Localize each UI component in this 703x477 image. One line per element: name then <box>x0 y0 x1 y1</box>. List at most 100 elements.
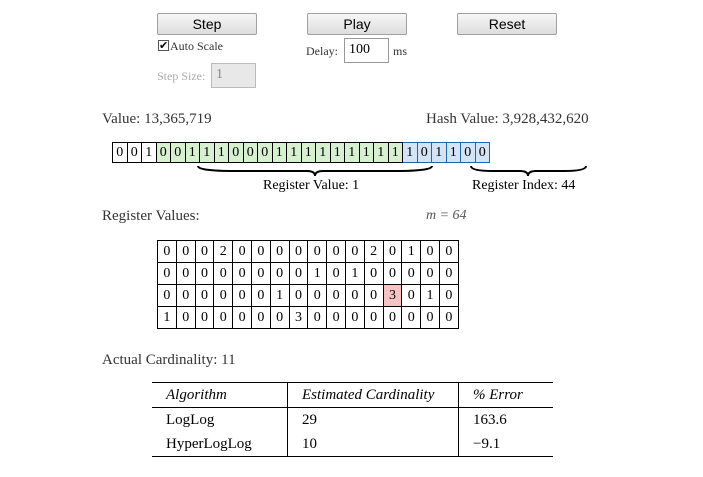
register-cell: 3 <box>288 306 309 329</box>
register-cell: 0 <box>232 306 252 329</box>
header-estimated-cardinality: Estimated Cardinality <box>287 382 459 408</box>
register-cell: 0 <box>363 262 384 285</box>
register-cell: 0 <box>250 240 271 263</box>
hash-bit: 0 <box>475 142 490 163</box>
table-row: HyperLogLog 10 −9.1 <box>152 432 553 457</box>
step-size-label: Step Size: <box>157 69 206 83</box>
hash-bit: 1 <box>403 142 418 163</box>
register-cell: 0 <box>382 240 403 263</box>
hash-bit: 0 <box>243 142 258 163</box>
percent-error: 163.6 <box>473 411 507 428</box>
register-cell: 0 <box>213 262 234 285</box>
hash-bit: 1 <box>142 142 157 163</box>
register-cell: 0 <box>175 306 196 329</box>
delay-label: Delay: <box>306 44 338 58</box>
algorithm-name: HyperLogLog <box>152 432 288 457</box>
register-cell: 0 <box>232 262 252 285</box>
register-row: 0000000010100000 <box>157 262 459 285</box>
register-cell: 0 <box>326 306 346 329</box>
hash-bit: 1 <box>214 142 229 163</box>
register-cell: 0 <box>175 262 196 285</box>
register-value-label: Register Value: 1 <box>263 178 360 193</box>
hash-bits: 00100111000111111111101100 <box>112 142 490 163</box>
register-cell: 0 <box>363 306 384 329</box>
register-cell: 0 <box>363 284 384 307</box>
register-cell: 0 <box>307 240 328 263</box>
register-grid: 0002000000020100000000001010000000000010… <box>157 240 459 329</box>
register-cell: 0 <box>250 262 271 285</box>
register-cell: 0 <box>438 262 459 285</box>
register-cell: 0 <box>382 306 403 329</box>
register-row: 1000000300000000 <box>157 306 459 329</box>
delay-unit: ms <box>393 44 408 58</box>
hash-bit: 1 <box>301 142 316 163</box>
algorithm-name: LogLog <box>152 407 288 432</box>
play-button[interactable]: Play <box>307 13 407 35</box>
hash-bit: 0 <box>417 142 432 163</box>
auto-scale-label: Auto Scale <box>170 39 223 53</box>
register-cell: 0 <box>213 306 234 329</box>
register-cell: 0 <box>401 262 422 285</box>
register-cell: 0 <box>194 262 215 285</box>
register-cell: 0 <box>232 240 252 263</box>
hash-bit: 0 <box>229 142 244 163</box>
register-cell: 0 <box>344 284 365 307</box>
hash-bit: 1 <box>185 142 200 163</box>
register-cell: 1 <box>269 284 290 307</box>
register-cell: 0 <box>420 240 440 263</box>
hash-value-text: Hash Value: 3,928,432,620 <box>426 111 589 127</box>
register-cell: 0 <box>250 306 271 329</box>
results-header-row: Algorithm Estimated Cardinality % Error <box>152 382 553 408</box>
register-cell: 1 <box>157 306 177 329</box>
register-cell: 1 <box>344 262 365 285</box>
register-cell: 1 <box>307 262 328 285</box>
hash-bit: 1 <box>287 142 302 163</box>
hash-bit: 0 <box>156 142 171 163</box>
register-cell: 0 <box>401 284 422 307</box>
table-row: LogLog 29 163.6 <box>152 407 553 432</box>
register-cell: 0 <box>175 240 196 263</box>
register-values-heading: Register Values: <box>102 208 200 224</box>
hash-bit: 1 <box>200 142 215 163</box>
m-value: m = 64 <box>426 208 467 223</box>
actual-cardinality: Actual Cardinality: 11 <box>102 352 236 368</box>
hash-bit: 1 <box>330 142 345 163</box>
hash-bit: 1 <box>359 142 374 163</box>
register-cell: 0 <box>420 306 440 329</box>
register-cell: 0 <box>157 284 177 307</box>
register-cell: 0 <box>326 240 346 263</box>
delay-input[interactable]: 100 <box>344 38 389 63</box>
results-table: Algorithm Estimated Cardinality % Error … <box>152 382 553 457</box>
register-cell: 0 <box>194 240 215 263</box>
register-index-label: Register Index: 44 <box>472 178 576 193</box>
register-cell: 0 <box>157 240 177 263</box>
value-text: Value: 13,365,719 <box>102 111 212 127</box>
register-cell: 0 <box>438 284 459 307</box>
hash-bit: 1 <box>272 142 287 163</box>
register-cell: 0 <box>213 284 234 307</box>
register-cell: 0 <box>194 284 215 307</box>
register-cell: 0 <box>344 306 365 329</box>
estimated-cardinality: 29 <box>287 407 459 432</box>
percent-error: −9.1 <box>458 432 553 457</box>
hash-bit: 1 <box>446 142 461 163</box>
register-cell: 0 <box>344 240 365 263</box>
register-cell: 0 <box>269 240 290 263</box>
register-cell: 0 <box>438 240 459 263</box>
register-cell: 1 <box>401 240 422 263</box>
step-button[interactable]: Step <box>157 13 257 35</box>
register-cell: 0 <box>250 284 271 307</box>
register-cell: 0 <box>382 262 403 285</box>
register-cell: 0 <box>438 306 459 329</box>
header-algorithm: Algorithm <box>152 382 288 408</box>
register-cell: 0 <box>232 284 252 307</box>
register-cell: 0 <box>157 262 177 285</box>
estimated-cardinality: 10 <box>287 432 459 457</box>
register-cell: 0 <box>194 306 215 329</box>
hash-bit: 1 <box>388 142 403 163</box>
step-size-input[interactable]: 1 <box>211 63 256 88</box>
auto-scale-checkbox[interactable]: ✔ <box>158 40 169 51</box>
reset-button[interactable]: Reset <box>457 13 557 35</box>
register-cell: 0 <box>307 306 328 329</box>
register-cell: 0 <box>307 284 328 307</box>
